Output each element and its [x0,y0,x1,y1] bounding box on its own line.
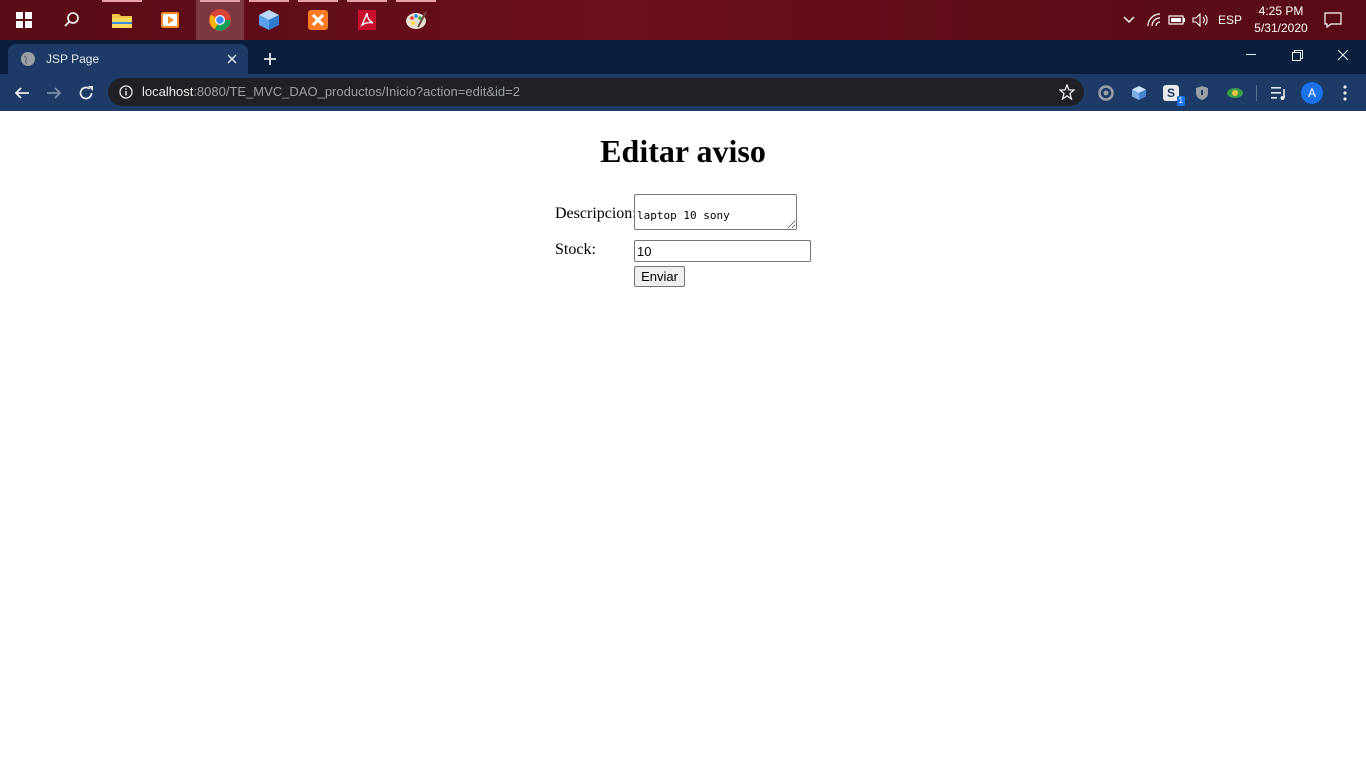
close-icon [1337,49,1349,61]
description-label: Descripcion: [555,205,637,222]
restore-button[interactable] [1274,40,1320,70]
stock-input[interactable] [634,240,811,262]
palette-icon [406,11,427,29]
extension-button-3[interactable]: S 1 [1157,79,1185,107]
extension-button-4[interactable] [1188,79,1216,107]
show-hidden-icons-button[interactable] [1118,0,1140,40]
action-center-button[interactable] [1318,0,1348,40]
start-button[interactable] [0,0,48,40]
page-title: Editar aviso [600,133,766,169]
tab-jsp-page[interactable]: JSP Page [8,44,248,74]
restore-icon [1291,49,1303,61]
media-player-icon [161,12,179,28]
notification-icon [1324,12,1342,28]
taskbar-file-explorer[interactable] [98,0,146,40]
kebab-menu-icon [1343,85,1347,101]
close-window-button[interactable] [1320,40,1366,70]
xampp-icon [308,10,328,30]
bookmark-star-icon[interactable] [1059,84,1075,100]
taskbar-clock[interactable]: 4:25 PM 5/31/2020 [1252,3,1310,37]
battery-icon [1168,15,1185,25]
windows-taskbar: ESP 4:25 PM 5/31/2020 [0,0,1366,40]
volume-tray-button[interactable] [1190,0,1212,40]
browser-tab-strip: JSP Page [0,40,1366,74]
tab-title: JSP Page [46,52,100,66]
folder-icon [112,14,132,28]
address-bar[interactable]: localhost:8080/TE_MVC_DAO_productos/Inic… [108,78,1084,106]
reload-icon [79,86,93,100]
close-icon [227,54,237,64]
browser-toolbar: localhost:8080/TE_MVC_DAO_productos/Inic… [0,74,1366,111]
plus-icon [264,53,276,65]
chevron-up-icon [1123,16,1135,23]
toolbar-divider [1256,85,1257,101]
extension-circle-icon [1098,85,1114,101]
pdf-icon [358,10,376,30]
battery-tray-button[interactable] [1166,0,1188,40]
url-host: localhost [142,84,194,99]
reload-button[interactable] [72,79,100,107]
taskbar-acrobat[interactable] [343,0,391,40]
wifi-icon [1147,13,1161,27]
extension-button-5[interactable] [1221,79,1249,107]
globe-icon [21,52,35,66]
tab-close-button[interactable] [224,51,240,67]
s-extension-icon: S 1 [1163,85,1185,106]
chrome-menu-button[interactable] [1331,79,1359,107]
playlist-icon [1271,87,1285,100]
avatar: A [1301,82,1323,104]
network-tray-button[interactable] [1144,0,1164,40]
search-icon [64,12,79,27]
new-tab-button[interactable] [258,47,282,71]
extension-button-2[interactable] [1125,79,1153,107]
clock-time: 4:25 PM [1258,4,1304,18]
site-info-icon[interactable] [119,85,133,99]
minimize-icon [1246,54,1256,55]
page-content: Editar aviso Descripcion: laptop 10 sony… [0,111,1366,768]
cube-icon [1132,86,1146,100]
language-indicator[interactable]: ESP [1216,0,1244,40]
taskbar-virtualbox[interactable] [245,0,293,40]
speaker-icon [1192,13,1208,27]
stock-label: Stock: [555,241,596,258]
taskbar-paint[interactable] [392,0,440,40]
media-controls-button[interactable] [1265,79,1293,107]
taskbar-xampp[interactable] [294,0,342,40]
windows-logo-icon [16,12,32,28]
chrome-icon [209,9,231,31]
extension-badge: 1 [1176,96,1185,106]
shield-icon [1196,86,1208,100]
forward-button[interactable] [40,79,68,107]
taskbar-chrome[interactable] [196,0,244,40]
search-button[interactable] [48,0,96,40]
profile-button[interactable]: A [1298,79,1326,107]
extension-leaf-icon [1227,88,1243,98]
minimize-button[interactable] [1228,40,1274,70]
taskbar-media-player[interactable] [146,0,194,40]
submit-button[interactable]: Enviar [634,266,685,287]
description-textarea[interactable]: laptop 10 sony [634,194,797,230]
url-path: :8080/TE_MVC_DAO_productos/Inicio?action… [193,84,520,99]
url-text[interactable]: localhost:8080/TE_MVC_DAO_productos/Inic… [142,84,520,99]
clock-date: 5/31/2020 [1254,21,1308,35]
extension-button-1[interactable] [1092,79,1120,107]
arrow-left-icon [14,87,29,99]
arrow-right-icon [47,87,62,99]
back-button[interactable] [8,79,36,107]
cube-icon [259,10,279,30]
